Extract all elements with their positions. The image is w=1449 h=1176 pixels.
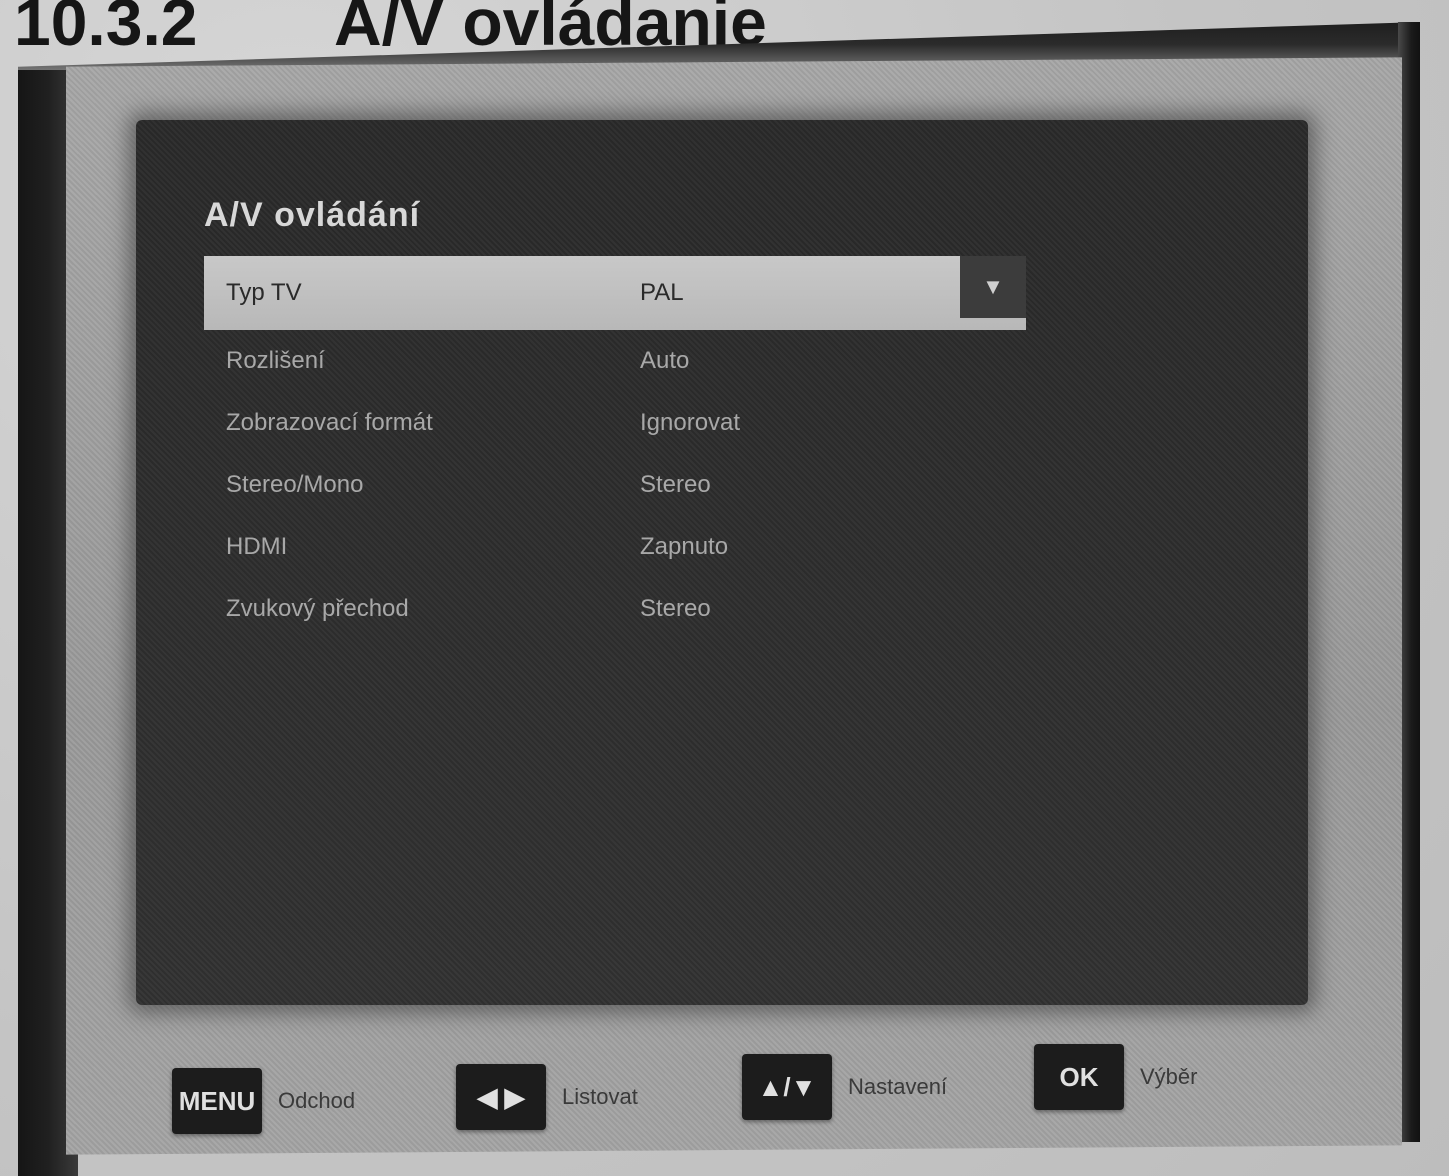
key-hint-bar: MENU Odchod ◀ ▶ Listovat ▲/▼ Nastavení O…: [172, 1040, 1272, 1140]
key-hint-label: Odchod: [278, 1088, 356, 1113]
menu-item-label: Zvukový přechod: [226, 595, 409, 622]
menu-item-resolution[interactable]: Rozlišení Auto: [204, 330, 1026, 392]
key-hint-ok: OK Výběr: [1034, 1042, 1197, 1112]
key-hint-label: Výběr: [1140, 1064, 1198, 1089]
key-hint-menu: MENU Odchod: [172, 1066, 355, 1136]
menu-item-label: HDMI: [226, 533, 288, 560]
key-hint-label: Listovat: [562, 1084, 638, 1109]
left-right-key-button[interactable]: ◀ ▶: [456, 1064, 546, 1130]
menu-item-tv-type[interactable]: Typ TV PAL ▼: [204, 256, 1026, 330]
menu-item-value: Ignorovat: [640, 409, 741, 436]
key-hint-label: Nastavení: [848, 1074, 948, 1099]
menu-key-button[interactable]: MENU: [172, 1068, 262, 1134]
key-hint-left-right: ◀ ▶ Listovat: [456, 1062, 638, 1132]
menu-title: A/V ovládání: [204, 196, 421, 234]
menu-item-value: Auto: [640, 347, 690, 374]
menu-item-audio-transition[interactable]: Zvukový přechod Stereo: [204, 578, 1026, 640]
menu-item-hdmi[interactable]: HDMI Zapnuto: [204, 516, 1026, 578]
ok-key-button[interactable]: OK: [1034, 1044, 1124, 1110]
menu-item-label: Zobrazovací formát: [226, 409, 433, 436]
menu-item-label: Typ TV: [226, 279, 302, 306]
menu-item-value: PAL: [640, 279, 684, 306]
menu-item-value: Zapnuto: [640, 533, 729, 560]
up-down-key-button[interactable]: ▲/▼: [742, 1054, 832, 1120]
menu-list: Typ TV PAL ▼ Rozlišení Auto Zobrazovací …: [204, 256, 1026, 640]
menu-item-stereo-mono[interactable]: Stereo/Mono Stereo: [204, 454, 1026, 516]
menu-item-display-format[interactable]: Zobrazovací formát Ignorovat: [204, 392, 1026, 454]
menu-item-value: Stereo: [640, 595, 711, 622]
section-number: 10.3.2: [14, 0, 198, 59]
dropdown-arrow-icon[interactable]: ▼: [960, 256, 1026, 318]
manual-page: 10.3.2 A/V ovládanie A/V ovládání Typ TV…: [0, 0, 1449, 1176]
key-hint-up-down: ▲/▼ Nastavení: [742, 1052, 947, 1122]
menu-item-label: Rozlišení: [226, 347, 325, 374]
menu-item-label: Stereo/Mono: [226, 471, 364, 498]
menu-item-value: Stereo: [640, 471, 711, 498]
